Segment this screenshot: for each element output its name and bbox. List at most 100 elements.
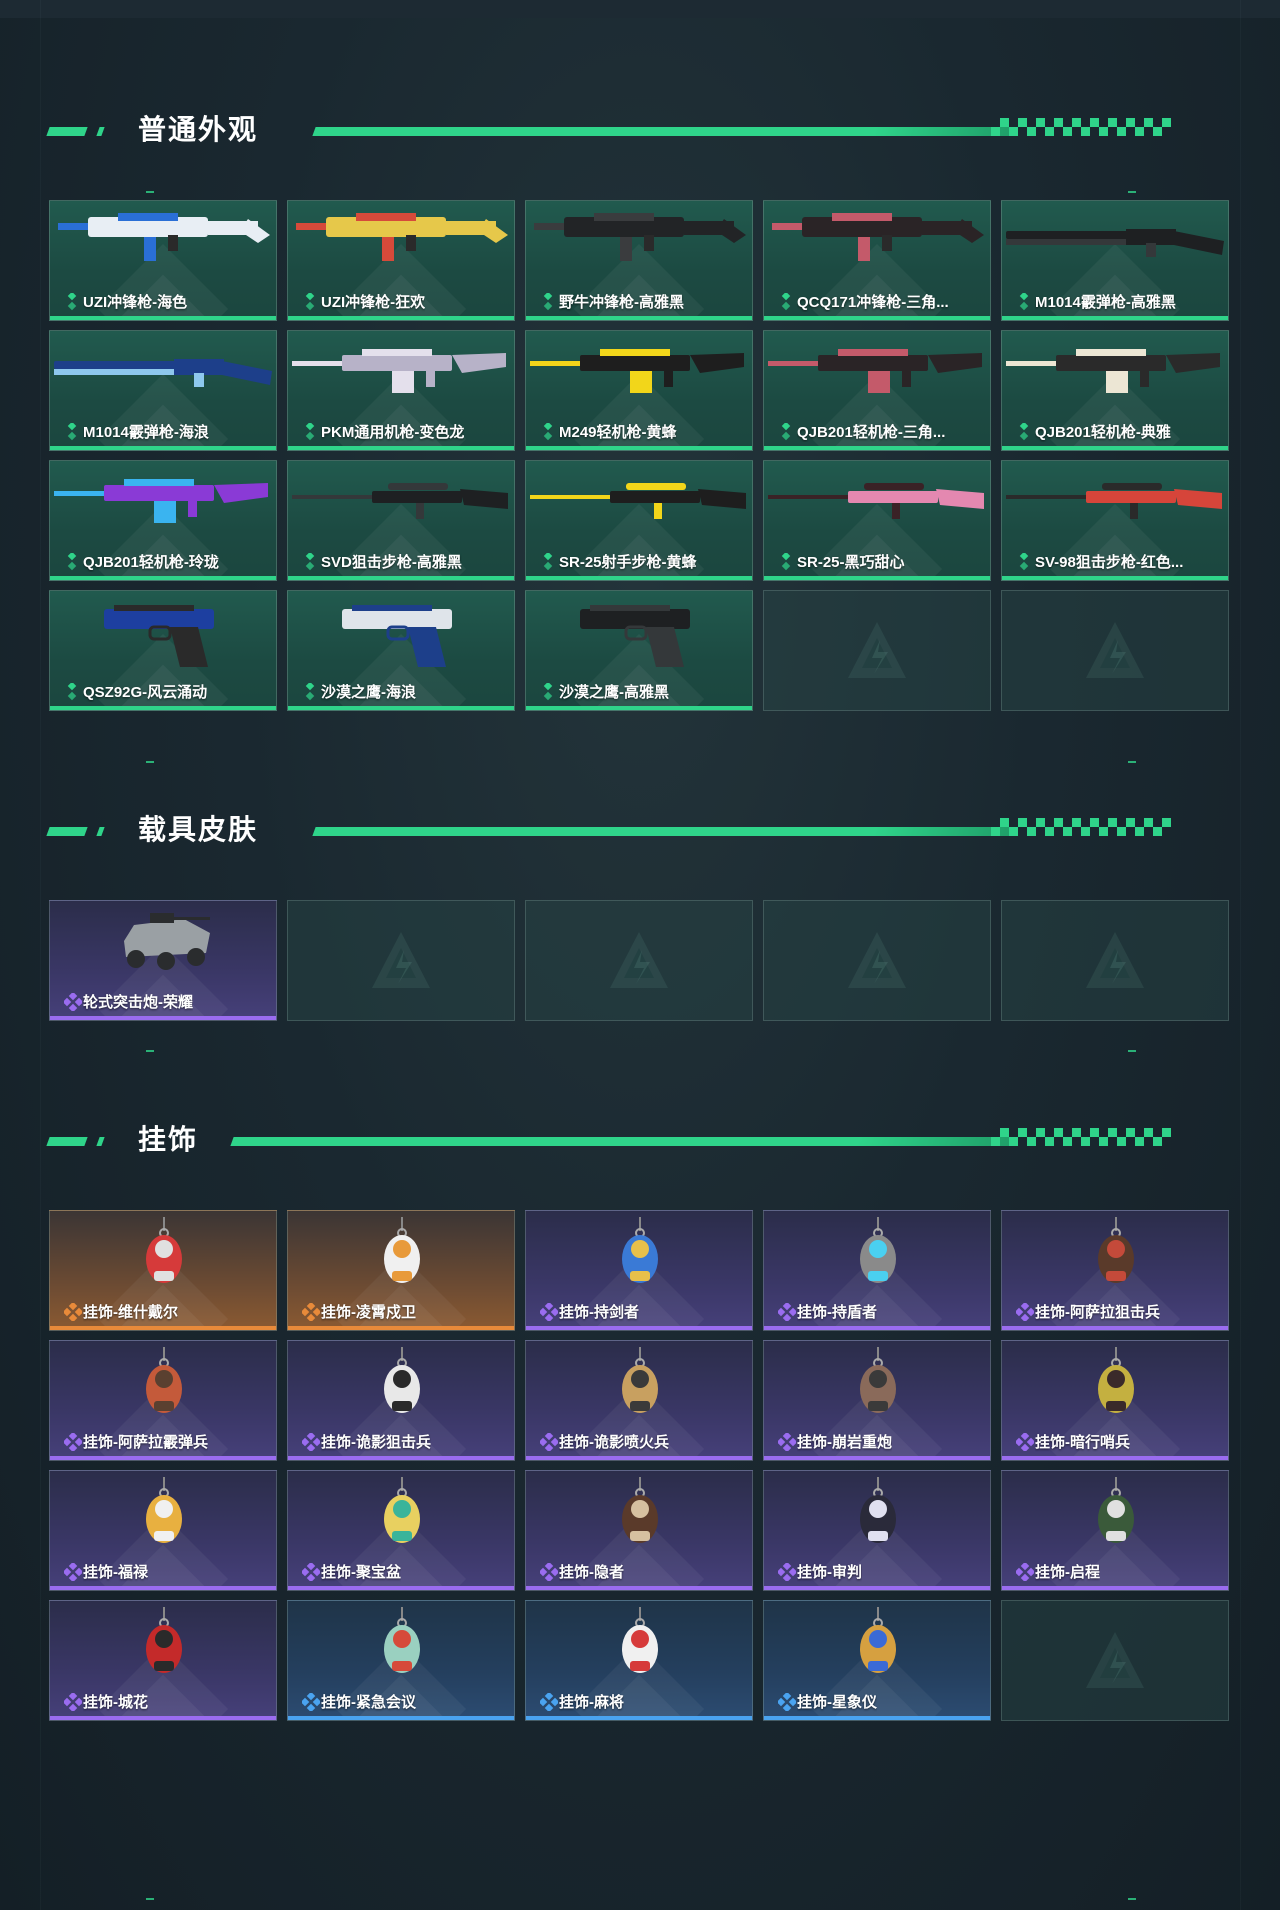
charm-icon: [1002, 1347, 1228, 1419]
rarity-bar: [764, 1586, 990, 1590]
rarity-icon: [62, 1431, 84, 1453]
charm-icon: [764, 1477, 990, 1549]
charm-icon: [1002, 1217, 1228, 1289]
rarity-bar: [1002, 446, 1228, 450]
empty-slot: [287, 900, 515, 1021]
charm-icon: [526, 1217, 752, 1289]
item-card[interactable]: 挂饰-阿萨拉狙击兵: [1001, 1210, 1229, 1331]
placeholder-logo-icon: [368, 928, 434, 994]
item-card[interactable]: QJB201轻机枪-典雅: [1001, 330, 1229, 451]
item-name: 挂饰-紧急会议: [321, 1694, 416, 1711]
rarity-bar: [764, 1456, 990, 1460]
rarity-bar: [1002, 316, 1228, 320]
item-name: M1014霰弹枪-海浪: [83, 424, 209, 441]
item-name: 挂饰-城花: [83, 1694, 148, 1711]
smg-icon: [50, 207, 276, 279]
item-card[interactable]: 野牛冲锋枪-高雅黑: [525, 200, 753, 321]
item-card[interactable]: QJB201轻机枪-玲珑: [49, 460, 277, 581]
item-card[interactable]: 沙漠之鹰-高雅黑: [525, 590, 753, 711]
item-name: 挂饰-福禄: [83, 1564, 148, 1581]
item-card[interactable]: 挂饰-诡影狙击兵: [287, 1340, 515, 1461]
item-card[interactable]: 挂饰-阿萨拉霰弹兵: [49, 1340, 277, 1461]
rarity-bar: [50, 316, 276, 320]
charms-grid: 挂饰-维什戴尔 挂饰-凌霄戍卫 挂饰-持剑者 挂饰-持盾者 挂饰-阿萨拉狙击兵挂饰-阿萨…: [49, 1210, 1231, 1721]
header-checker-pattern: [990, 1128, 1190, 1146]
rarity-icon: [62, 1301, 84, 1323]
item-card[interactable]: QSZ92G-风云涌动: [49, 590, 277, 711]
section-title-charms: 挂饰: [138, 1124, 199, 1155]
placeholder-logo-icon: [844, 928, 910, 994]
item-card[interactable]: 挂饰-维什戴尔: [49, 1210, 277, 1331]
placeholder-logo-icon: [1082, 1628, 1148, 1694]
rarity-bar: [764, 1326, 990, 1330]
item-card[interactable]: 挂饰-持剑者: [525, 1210, 753, 1331]
rarity-bar: [50, 1326, 276, 1330]
item-card[interactable]: SV-98狙击步枪-红色...: [1001, 460, 1229, 581]
pistol-icon: [50, 597, 276, 669]
item-card[interactable]: QCQ171冲锋枪-三角...: [763, 200, 991, 321]
item-name: 挂饰-麻将: [559, 1694, 624, 1711]
item-card[interactable]: 挂饰-城花: [49, 1600, 277, 1721]
item-name: 挂饰-暗行哨兵: [1035, 1434, 1130, 1451]
item-card[interactable]: 挂饰-诡影喷火兵: [525, 1340, 753, 1461]
rarity-icon: [778, 421, 794, 441]
item-card[interactable]: 挂饰-聚宝盆: [287, 1470, 515, 1591]
item-card[interactable]: SVD狙击步枪-高雅黑: [287, 460, 515, 581]
item-name: SVD狙击步枪-高雅黑: [321, 554, 462, 571]
rarity-icon: [302, 421, 318, 441]
item-card[interactable]: 沙漠之鹰-海浪: [287, 590, 515, 711]
item-card[interactable]: UZI冲锋枪-海色: [49, 200, 277, 321]
header-line: [230, 1137, 1016, 1146]
weapon-skins-grid: UZI冲锋枪-海色 UZI冲锋枪-狂欢 野牛冲锋枪-高雅黑 QCQ171冲锋枪-三角.…: [49, 200, 1231, 711]
item-card[interactable]: M249轻机枪-黄蜂: [525, 330, 753, 451]
item-card[interactable]: 挂饰-星象仪: [763, 1600, 991, 1721]
header-accent-bar: [46, 1137, 88, 1146]
item-card[interactable]: M1014霰弹枪-高雅黑: [1001, 200, 1229, 321]
item-name: UZI冲锋枪-海色: [83, 294, 188, 311]
rarity-bar: [526, 446, 752, 450]
rarity-bar: [764, 316, 990, 320]
item-name: 轮式突击炮-荣耀: [83, 994, 193, 1011]
item-name: 挂饰-阿萨拉狙击兵: [1035, 1304, 1160, 1321]
item-card[interactable]: SR-25射手步枪-黄蜂: [525, 460, 753, 581]
header-accent-bar: [46, 827, 88, 836]
rarity-icon: [300, 1561, 322, 1583]
item-name: 挂饰-阿萨拉霰弹兵: [83, 1434, 208, 1451]
item-card[interactable]: SR-25-黑巧甜心: [763, 460, 991, 581]
header-accent-bar: [96, 1137, 105, 1146]
placeholder-logo-icon: [1082, 928, 1148, 994]
charm-icon: [526, 1477, 752, 1549]
empty-slot: [1001, 900, 1229, 1021]
rarity-bar: [526, 316, 752, 320]
item-card[interactable]: 挂饰-审判: [763, 1470, 991, 1591]
charm-icon: [50, 1347, 276, 1419]
rarity-bar: [1002, 576, 1228, 580]
item-card[interactable]: 挂饰-隐者: [525, 1470, 753, 1591]
item-card[interactable]: 轮式突击炮-荣耀: [49, 900, 277, 1021]
charm-icon: [526, 1347, 752, 1419]
rarity-icon: [538, 1691, 560, 1713]
item-card[interactable]: 挂饰-麻将: [525, 1600, 753, 1721]
item-card[interactable]: 挂饰-凌霄戍卫: [287, 1210, 515, 1331]
item-card[interactable]: 挂饰-暗行哨兵: [1001, 1340, 1229, 1461]
rarity-icon: [64, 551, 80, 571]
rarity-icon: [538, 1301, 560, 1323]
header-accent-bar: [96, 127, 105, 136]
item-card[interactable]: 挂饰-持盾者: [763, 1210, 991, 1331]
item-card[interactable]: 挂饰-启程: [1001, 1470, 1229, 1591]
item-card[interactable]: UZI冲锋枪-狂欢: [287, 200, 515, 321]
item-card[interactable]: QJB201轻机枪-三角...: [763, 330, 991, 451]
background-guide-line: [40, 0, 41, 1910]
rarity-bar: [50, 1716, 276, 1720]
item-name: PKM通用机枪-变色龙: [321, 424, 465, 441]
item-card[interactable]: M1014霰弹枪-海浪: [49, 330, 277, 451]
item-name: 沙漠之鹰-高雅黑: [559, 684, 669, 701]
item-card[interactable]: PKM通用机枪-变色龙: [287, 330, 515, 451]
item-card[interactable]: 挂饰-紧急会议: [287, 1600, 515, 1721]
rarity-icon: [776, 1691, 798, 1713]
rarity-bar: [288, 706, 514, 710]
machine-gun-icon: [1002, 337, 1228, 409]
item-card[interactable]: 挂饰-崩岩重炮: [763, 1340, 991, 1461]
rarity-bar: [288, 1456, 514, 1460]
item-card[interactable]: 挂饰-福禄: [49, 1470, 277, 1591]
